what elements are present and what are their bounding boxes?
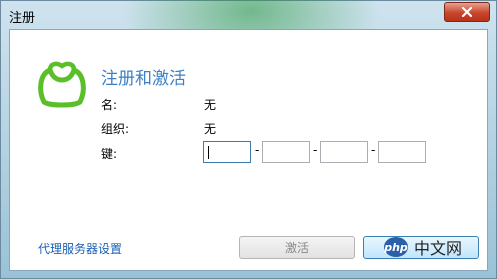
organization-label: 组织:: [101, 122, 130, 136]
activate-button[interactable]: 激活: [239, 236, 355, 259]
title-bar: 注册: [1, 1, 496, 29]
watermark: php 中文网: [384, 235, 494, 259]
key-field-3[interactable]: [320, 141, 368, 163]
heading: 注册和激活: [101, 69, 186, 89]
registration-window: 注册 注册和激活 名: 无 组织: 无 键: - - - 代理服务器设置 激活: [0, 0, 497, 279]
text-caret: [208, 146, 209, 159]
key-field-4[interactable]: [378, 141, 426, 163]
key-label: 键:: [101, 147, 118, 161]
key-field-1[interactable]: [203, 141, 251, 163]
name-value: 无: [204, 98, 217, 112]
organization-value: 无: [204, 122, 217, 136]
proxy-settings-link[interactable]: 代理服务器设置: [38, 240, 122, 257]
close-icon: [461, 7, 473, 17]
key-separator: -: [371, 143, 376, 157]
key-separator: -: [255, 143, 260, 157]
php-logo: php: [384, 237, 408, 257]
name-label: 名:: [101, 98, 118, 112]
key-separator: -: [313, 143, 318, 157]
watermark-text: 中文网: [414, 239, 463, 258]
key-field-2[interactable]: [262, 141, 310, 163]
window-title: 注册: [9, 11, 36, 26]
navicat-logo-icon: [38, 61, 86, 108]
close-button[interactable]: [444, 2, 490, 22]
